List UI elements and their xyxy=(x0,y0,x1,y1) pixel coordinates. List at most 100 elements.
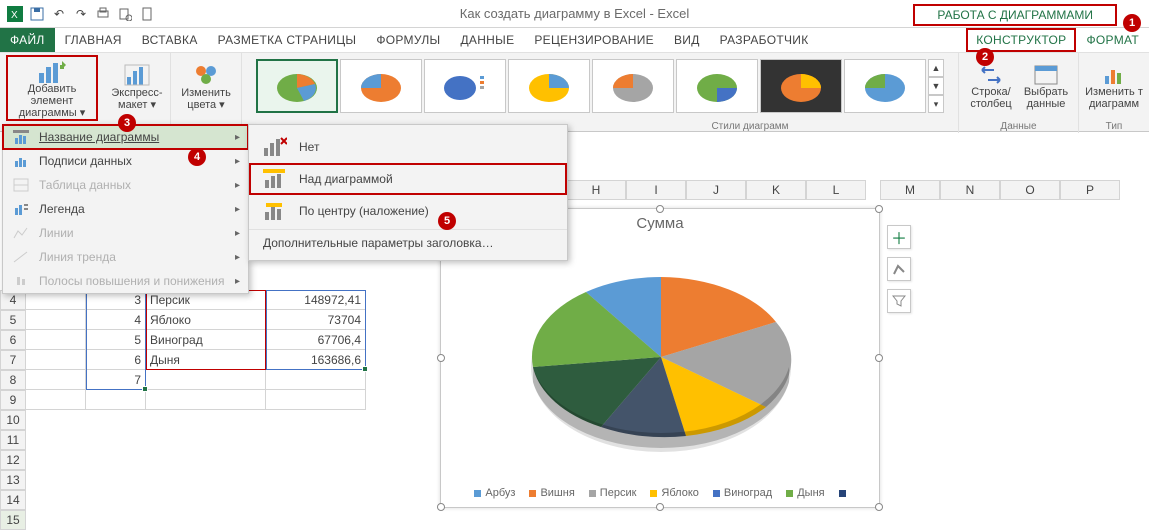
col-H[interactable]: H xyxy=(566,180,626,200)
chart-handle[interactable] xyxy=(875,354,883,362)
col-M[interactable]: M xyxy=(880,180,940,200)
chart-style-8[interactable] xyxy=(844,59,926,113)
add-chart-element-button[interactable]: Добавить элемент диаграммы ▾ xyxy=(6,55,98,121)
col-I[interactable]: I xyxy=(626,180,686,200)
col-P[interactable]: P xyxy=(1060,180,1120,200)
legend-vinograd: Виноград xyxy=(724,487,772,499)
chart-handle[interactable] xyxy=(656,205,664,213)
chart-handle[interactable] xyxy=(875,205,883,213)
menu-trendline-label: Линия тренда xyxy=(39,250,116,264)
excel-icon: X xyxy=(4,3,26,25)
row-13[interactable]: 13 xyxy=(0,470,26,490)
tab-insert[interactable]: ВСТАВКА xyxy=(132,28,208,52)
row-8[interactable]: 8 xyxy=(0,370,26,390)
legend-dynya: Дыня xyxy=(797,487,824,499)
select-data-button[interactable]: Выбрать данные xyxy=(1019,55,1074,115)
chart-handle[interactable] xyxy=(656,503,664,511)
gallery-more-button[interactable]: ▾ xyxy=(928,95,944,113)
row-9[interactable]: 9 xyxy=(0,390,26,410)
chart-styles-button[interactable] xyxy=(887,257,911,281)
row-6[interactable]: 6 xyxy=(0,330,26,350)
updown-bars-icon xyxy=(11,272,31,290)
window-title: Как создать диаграмму в Excel - Excel xyxy=(460,6,689,21)
submenu-centered-overlay[interactable]: По центру (наложение) xyxy=(249,195,567,227)
tab-developer[interactable]: РАЗРАБОТЧИК xyxy=(710,28,819,52)
col-O[interactable]: O xyxy=(1000,180,1060,200)
new-icon[interactable] xyxy=(136,3,158,25)
submenu-above-chart[interactable]: Над диаграммой xyxy=(249,163,567,195)
row-10[interactable]: 10 xyxy=(0,410,26,430)
chart-handle[interactable] xyxy=(437,503,445,511)
print-preview-icon[interactable] xyxy=(114,3,136,25)
col-J[interactable]: J xyxy=(686,180,746,200)
col-N[interactable]: N xyxy=(940,180,1000,200)
badge-3: 3 xyxy=(118,114,136,132)
column-headers-mid: H I J K L xyxy=(566,180,866,200)
tab-file[interactable]: ФАЙЛ xyxy=(0,28,55,52)
badge-1: 1 xyxy=(1123,14,1141,32)
menu-trendline: Линия тренда ▸ xyxy=(3,245,248,269)
gallery-down-button[interactable]: ▼ xyxy=(928,77,944,95)
group-quick-layout: Экспресс- макет ▾ xyxy=(104,53,171,133)
change-chart-type-label: Изменить т диаграмм xyxy=(1085,86,1143,110)
chart-elements-button[interactable]: ＋ xyxy=(887,225,911,249)
row-12[interactable]: 12 xyxy=(0,450,26,470)
submenu-more-options[interactable]: Дополнительные параметры заголовка… xyxy=(249,229,567,254)
switch-row-col-button[interactable]: Строка/ столбец xyxy=(964,55,1019,115)
save-icon[interactable] xyxy=(26,3,48,25)
chart-legend: Арбуз Вишня Персик Яблоко Виноград Дыня xyxy=(441,487,879,499)
menu-lines-label: Линии xyxy=(39,226,74,240)
quick-layout-label: Экспресс- макет ▾ xyxy=(111,87,162,111)
chart-handle[interactable] xyxy=(437,354,445,362)
menu-lines: Линии ▸ xyxy=(3,221,248,245)
group-chart-styles: ▲ ▼ ▾ Стили диаграмм xyxy=(242,53,959,133)
svg-text:X: X xyxy=(11,10,18,21)
range-handle[interactable] xyxy=(142,386,148,392)
tab-page-layout[interactable]: РАЗМЕТКА СТРАНИЦЫ xyxy=(208,28,367,52)
row-15[interactable]: 15 xyxy=(0,510,26,530)
cell-D8[interactable] xyxy=(266,370,366,390)
chart-style-3[interactable] xyxy=(424,59,506,113)
tab-format[interactable]: ФОРМАТ xyxy=(1076,28,1149,52)
cell-C8[interactable] xyxy=(146,370,266,390)
redo-icon[interactable]: ↷ xyxy=(70,3,92,25)
chart-title-icon xyxy=(11,128,31,146)
tab-home[interactable]: ГЛАВНАЯ xyxy=(55,28,132,52)
gallery-up-button[interactable]: ▲ xyxy=(928,59,944,77)
chevron-right-icon: ▸ xyxy=(235,132,240,143)
row-11[interactable]: 11 xyxy=(0,430,26,450)
row-5[interactable]: 5 xyxy=(0,310,26,330)
chart-style-6[interactable] xyxy=(676,59,758,113)
chart-style-5[interactable] xyxy=(592,59,674,113)
tab-data[interactable]: ДАННЫЕ xyxy=(450,28,524,52)
chart-filter-button[interactable] xyxy=(887,289,911,313)
data-labels-icon xyxy=(11,152,31,170)
quick-layout-button[interactable]: Экспресс- макет ▾ xyxy=(110,55,164,115)
chevron-right-icon: ▸ xyxy=(235,156,240,167)
chart-style-2[interactable] xyxy=(340,59,422,113)
type-group-label: Тип xyxy=(1079,121,1149,132)
menu-legend-label: Легенда xyxy=(39,202,85,216)
undo-icon[interactable]: ↶ xyxy=(48,3,70,25)
chart-style-7[interactable] xyxy=(760,59,842,113)
chart-style-4[interactable] xyxy=(508,59,590,113)
menu-data-labels[interactable]: Подписи данных ▸ xyxy=(3,149,248,173)
range-handle[interactable] xyxy=(362,366,368,372)
col-K[interactable]: K xyxy=(746,180,806,200)
row-7[interactable]: 7 xyxy=(0,350,26,370)
change-colors-button[interactable]: Изменить цвета ▾ xyxy=(177,55,235,115)
row-14[interactable]: 14 xyxy=(0,490,26,510)
legend-arbuz: Арбуз xyxy=(485,487,515,499)
tab-view[interactable]: ВИД xyxy=(664,28,710,52)
badge-2: 2 xyxy=(976,48,994,66)
quick-print-icon[interactable] xyxy=(92,3,114,25)
chart-handle[interactable] xyxy=(875,503,883,511)
tab-formulas[interactable]: ФОРМУЛЫ xyxy=(366,28,450,52)
col-L[interactable]: L xyxy=(806,180,866,200)
chevron-right-icon: ▸ xyxy=(235,180,240,191)
tab-review[interactable]: РЕЦЕНЗИРОВАНИЕ xyxy=(524,28,664,52)
menu-legend[interactable]: Легенда ▸ xyxy=(3,197,248,221)
chart-style-1[interactable] xyxy=(256,59,338,113)
submenu-none[interactable]: Нет xyxy=(249,131,567,163)
change-chart-type-button[interactable]: Изменить т диаграмм xyxy=(1084,55,1144,115)
